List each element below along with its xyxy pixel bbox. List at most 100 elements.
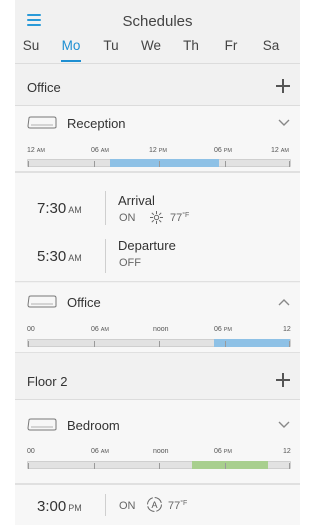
schedules-screen: Schedules Su Mo Tu We Th Fr Sa Office Re… [15, 0, 300, 525]
timeline-tick [28, 463, 29, 469]
chevron-down-icon[interactable] [278, 421, 290, 429]
chevron-up-icon[interactable] [278, 298, 290, 306]
timeline-tick [93, 463, 95, 469]
divider [105, 191, 106, 225]
add-icon[interactable] [276, 373, 290, 387]
tab-wednesday[interactable]: We [131, 38, 171, 53]
temperature-unit: °F [180, 500, 188, 507]
group-header-office: Office [15, 68, 300, 106]
tick-unit: AM [100, 148, 109, 154]
chevron-down-icon[interactable] [278, 119, 290, 127]
event-time-value: 3:00 [37, 498, 67, 515]
tick-label: noon [153, 326, 169, 333]
tick-unit: PM [223, 148, 232, 154]
timeline-tick [224, 341, 226, 347]
tick-unit: AM [280, 148, 289, 154]
timeline-tick [159, 463, 160, 469]
schedule-timeline[interactable] [27, 159, 291, 167]
timeline-tick [159, 341, 160, 347]
group-header-floor-2: Floor 2 [15, 362, 300, 400]
group-label: Floor 2 [27, 374, 68, 389]
tick-label: 06 [214, 448, 222, 455]
tick-label: 12 [283, 448, 291, 455]
event-time[interactable]: 5:30 AM [37, 248, 82, 265]
tick-label: 06 [214, 147, 222, 154]
tick-label: 12 [271, 147, 279, 154]
group-label: Office [27, 80, 61, 95]
timeline-tick [28, 341, 29, 347]
air-conditioner-icon [27, 295, 57, 308]
event-temperature: 77°F [168, 500, 187, 512]
air-conditioner-icon [27, 418, 57, 431]
tick-label: 06 [214, 326, 222, 333]
tab-saturday[interactable]: Sa [251, 38, 291, 53]
day-tabs: Su Mo Tu We Th Fr Sa [15, 38, 300, 62]
timeline-tick [28, 161, 29, 167]
event-temperature: 77°F [170, 212, 189, 224]
divider [105, 239, 106, 273]
schedule-event-row[interactable]: 3:00 PM ON A 77°F [15, 484, 300, 525]
active-period-bar [109, 159, 220, 167]
mode-letter: A [151, 500, 157, 510]
temperature-value: 77 [168, 500, 181, 512]
event-time-ampm: PM [68, 503, 82, 513]
timeline-tick [224, 463, 226, 469]
tab-thursday[interactable]: Th [171, 38, 211, 53]
divider [105, 494, 106, 516]
tick-label: 06 [91, 147, 99, 154]
unit-card-office[interactable]: Office 00 06 AM noon 06 PM 12 [15, 283, 300, 353]
event-time-ampm: AM [68, 253, 82, 263]
app-header: Schedules Su Mo Tu We Th Fr Sa [15, 0, 300, 64]
unit-name: Reception [67, 116, 126, 131]
timeline-tick [289, 463, 290, 469]
tick-unit: AM [36, 148, 45, 154]
schedule-timeline[interactable] [27, 461, 291, 469]
tab-tuesday[interactable]: Tu [91, 38, 131, 53]
auto-mode-icon: A [147, 497, 162, 512]
active-period-bar [191, 461, 269, 469]
active-tab-indicator [61, 60, 81, 62]
event-time[interactable]: 7:30 AM [37, 200, 82, 217]
timeline-labels: 00 06 AM noon 06 PM 12 [27, 326, 291, 336]
tick-label: 12 [149, 147, 157, 154]
unit-card-bedroom[interactable]: Bedroom 00 06 AM noon 06 PM 12 [15, 400, 300, 484]
event-state: ON [119, 212, 136, 224]
schedule-timeline[interactable] [27, 339, 291, 347]
tick-unit: AM [100, 327, 109, 333]
add-icon[interactable] [276, 79, 290, 93]
timeline-tick [159, 161, 160, 167]
temperature-value: 77 [170, 212, 183, 224]
tick-label: 06 [91, 326, 99, 333]
timeline-tick [289, 161, 290, 167]
event-time-value: 5:30 [37, 248, 67, 265]
tab-sunday[interactable]: Su [15, 38, 51, 53]
tick-label: 00 [27, 326, 35, 333]
tick-unit: PM [223, 449, 232, 455]
unit-card-reception[interactable]: Reception 12 AM 06 AM 12 PM 06 PM 12 AM [15, 106, 300, 172]
timeline-tick [93, 161, 95, 167]
timeline-tick [93, 341, 95, 347]
tick-label: 12 [283, 326, 291, 333]
event-time-ampm: AM [68, 205, 82, 215]
event-name[interactable]: Departure [118, 238, 176, 253]
cool-mode-icon [150, 211, 163, 224]
timeline-labels: 12 AM 06 AM 12 PM 06 PM 12 AM [27, 147, 291, 157]
event-time[interactable]: 3:00 PM [37, 498, 82, 515]
tick-unit: PM [158, 148, 167, 154]
unit-name: Office [67, 295, 101, 310]
tick-unit: PM [223, 327, 232, 333]
tick-unit: AM [100, 449, 109, 455]
tab-monday[interactable]: Mo [51, 38, 91, 53]
schedule-events: 7:30 AM Arrival ON 77°F 5:30 AM Departure … [15, 172, 300, 282]
unit-name: Bedroom [67, 418, 120, 433]
event-state: OFF [119, 257, 141, 269]
temperature-unit: °F [182, 212, 190, 219]
event-name[interactable]: Arrival [118, 193, 155, 208]
page-title: Schedules [122, 13, 193, 30]
tick-label: noon [153, 448, 169, 455]
event-state: ON [119, 500, 136, 512]
tab-friday[interactable]: Fr [211, 38, 251, 53]
event-time-value: 7:30 [37, 200, 67, 217]
tick-label: 12 [27, 147, 35, 154]
timeline-tick [289, 341, 290, 347]
